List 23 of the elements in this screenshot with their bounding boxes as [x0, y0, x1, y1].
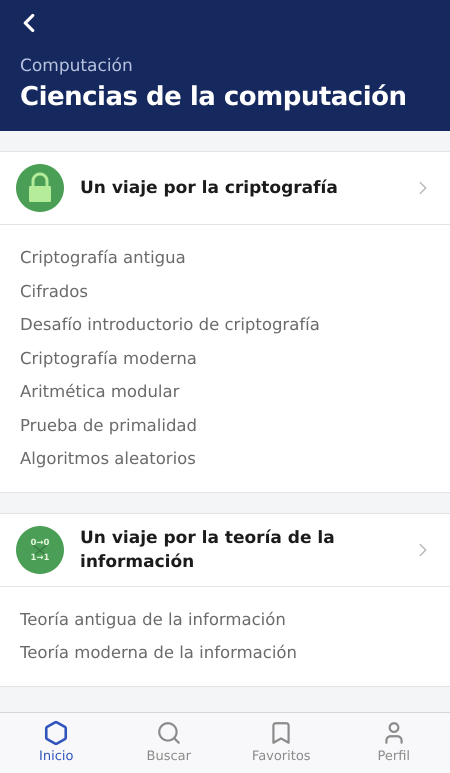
home-icon: [43, 720, 70, 746]
lesson-link[interactable]: Prueba de primalidad: [20, 408, 430, 442]
course-title: Un viaje por la criptografía: [80, 177, 339, 200]
binary-channel-icon: 0→0 1→1: [16, 526, 64, 574]
lesson-link[interactable]: Desafío introductorio de criptografía: [20, 308, 430, 342]
lesson-link[interactable]: Criptografía moderna: [20, 342, 430, 376]
page-title: Ciencias de la computación: [20, 81, 406, 114]
lesson-link[interactable]: Cifrados: [20, 274, 430, 308]
tab[interactable]: Perfil: [338, 713, 450, 773]
tab[interactable]: Buscar: [112, 713, 225, 773]
lesson-link[interactable]: Criptografía antigua: [20, 241, 430, 275]
lesson-link[interactable]: Teoría moderna de la información: [20, 636, 430, 670]
lock-icon: [16, 164, 64, 212]
course-title: Un viaje por la teoría de la información: [80, 526, 336, 574]
search-icon: [156, 720, 182, 746]
course-header[interactable]: 0→0 1→1 Un viaje por la teoría de la información: [0, 514, 450, 587]
tab[interactable]: Favoritos: [225, 713, 338, 773]
category-label: Computación: [20, 56, 134, 76]
course-header[interactable]: Un viaje por la criptografía: [0, 152, 450, 226]
lesson-link[interactable]: Algoritmos aleatorios: [20, 442, 430, 476]
tab[interactable]: Inicio: [0, 713, 112, 773]
lesson-link[interactable]: Aritmética modular: [20, 375, 430, 409]
lesson-link[interactable]: Teoría antigua de la información: [20, 602, 430, 636]
